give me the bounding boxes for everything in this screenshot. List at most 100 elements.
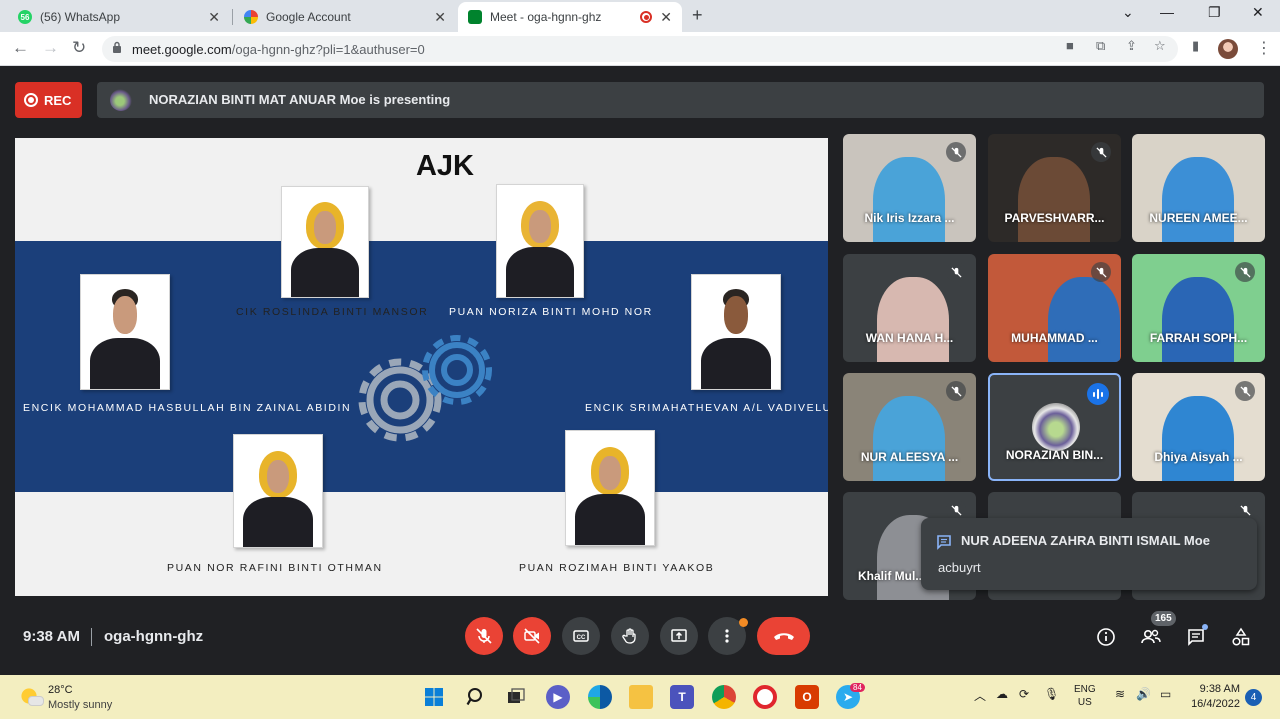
participant-name: WAN HANA H...	[865, 331, 954, 345]
meeting-details-button[interactable]	[1094, 625, 1118, 649]
mic-off-icon	[946, 262, 966, 282]
participant-tile[interactable]: WAN HANA H...	[843, 254, 976, 362]
close-icon[interactable]: ✕	[434, 9, 446, 26]
tab-whatsapp[interactable]: 56 (56) WhatsApp ✕	[8, 2, 230, 32]
participant-tile-speaking[interactable]: NORAZIAN BIN...	[988, 373, 1121, 481]
presentation-slide: AJK CIK ROSLINDA BINTI MANSOR PUAN NORIZ…	[15, 138, 828, 596]
captions-icon: CC	[573, 630, 589, 642]
tab-label: Google Account	[266, 10, 351, 24]
address-bar: ← → ↻ meet.google.com/oga-hgnn-ghz?pli=1…	[0, 32, 1280, 66]
photo-hasbullah	[80, 274, 170, 390]
tab-meet[interactable]: Meet - oga-hgnn-ghz ✕	[458, 2, 682, 32]
recording-badge[interactable]: REC	[15, 82, 82, 118]
participant-tile[interactable]: FARRAH SOPH...	[1132, 254, 1265, 362]
teams-icon[interactable]: T	[670, 685, 694, 709]
windows-start-icon[interactable]	[422, 685, 446, 709]
back-icon[interactable]: ←	[12, 38, 29, 58]
new-tab-icon[interactable]: +	[692, 5, 703, 26]
activities-button[interactable]	[1229, 625, 1253, 649]
share-icon[interactable]: ⇪	[1126, 38, 1137, 54]
weather-condition[interactable]: Mostly sunny	[48, 699, 112, 711]
close-icon[interactable]: ✕	[660, 9, 672, 26]
meet-icon	[468, 10, 482, 24]
present-button[interactable]	[660, 617, 698, 655]
chevron-up-icon[interactable]: ︿	[974, 687, 986, 704]
people-icon	[1141, 629, 1161, 644]
tab-google-account[interactable]: Google Account ✕	[234, 2, 456, 32]
photo-roslinda	[281, 186, 369, 298]
slide-title: AJK	[415, 150, 474, 182]
language-indicator[interactable]: ENG US	[1074, 683, 1096, 709]
sync-icon[interactable]: ⟳	[1019, 687, 1029, 701]
notification-dot	[739, 618, 748, 627]
system-clock[interactable]: 9:38 AM 16/4/2022	[1188, 683, 1240, 710]
whatsapp-icon: 56	[18, 10, 32, 24]
camera-toggle-button[interactable]	[513, 617, 551, 655]
speaker-icon[interactable]: 🔊	[1136, 687, 1151, 701]
opera-icon[interactable]	[753, 685, 777, 709]
task-view-icon[interactable]	[504, 685, 528, 709]
tab-search-icon[interactable]: ⌄	[1122, 4, 1134, 21]
teams-chat-icon[interactable]: ▶	[546, 685, 570, 709]
camera-off-icon	[524, 628, 540, 644]
unread-dot	[1202, 624, 1208, 630]
microphone-icon[interactable]: 🎙	[1044, 687, 1059, 701]
mic-off-icon	[1091, 142, 1111, 162]
side-panel-icon[interactable]: ▮	[1192, 38, 1199, 54]
participant-tile[interactable]: NUR ALEESYA ...	[843, 373, 976, 481]
participant-tile[interactable]: PARVESHVARR...	[988, 134, 1121, 242]
file-explorer-icon[interactable]	[629, 685, 653, 709]
office-icon[interactable]: O	[795, 685, 819, 709]
presenting-text: NORAZIAN BINTI MAT ANUAR Moe is presenti…	[149, 92, 451, 107]
temperature[interactable]: 28°C	[48, 684, 73, 696]
edge-icon[interactable]	[588, 685, 612, 709]
camera-icon[interactable]: ■	[1066, 38, 1074, 53]
search-icon[interactable]	[464, 685, 488, 709]
notification-center-badge[interactable]: 4	[1245, 689, 1262, 706]
chat-button[interactable]	[1184, 624, 1208, 649]
browser-menu-icon[interactable]: ⋮	[1256, 38, 1272, 58]
people-button[interactable]	[1139, 625, 1163, 649]
activities-icon	[1232, 627, 1250, 646]
captions-button[interactable]: CC	[562, 617, 600, 655]
photo-noriza	[496, 184, 584, 298]
mic-off-icon	[1235, 381, 1255, 401]
leave-call-button[interactable]	[757, 617, 810, 655]
minimize-icon[interactable]: —	[1160, 4, 1174, 20]
participant-tile[interactable]: Nik Iris Izzara ...	[843, 134, 976, 242]
mic-off-icon	[946, 142, 966, 162]
browser-tab-bar: 56 (56) WhatsApp ✕ Google Account ✕ Meet…	[0, 0, 1280, 32]
open-in-icon[interactable]: ⧉	[1096, 38, 1105, 54]
bookmark-star-icon[interactable]: ☆	[1154, 38, 1166, 54]
forward-icon[interactable]: →	[42, 38, 59, 58]
name-noriza: PUAN NORIZA BINTI MOHD NOR	[449, 306, 653, 318]
participant-name: NUR ALEESYA ...	[860, 450, 959, 464]
omnibox[interactable]: meet.google.com/oga-hgnn-ghz?pli=1&authu…	[102, 36, 1178, 62]
chat-notification[interactable]: NUR ADEENA ZAHRA BINTI ISMAIL Moe acbuyr…	[921, 518, 1257, 590]
profile-avatar[interactable]	[1218, 39, 1238, 59]
window-close-icon[interactable]: ✕	[1252, 4, 1264, 21]
participant-avatar	[1032, 403, 1080, 451]
wifi-icon[interactable]: ≋	[1115, 687, 1125, 701]
participant-tile[interactable]: MUHAMMAD ...	[988, 254, 1121, 362]
restore-icon[interactable]: ❐	[1208, 4, 1221, 21]
participant-name: NUREEN AMEE...	[1149, 211, 1248, 225]
participant-tile[interactable]: Dhiya Aisyah ...	[1132, 373, 1265, 481]
mic-off-icon	[1235, 500, 1255, 520]
raise-hand-button[interactable]	[611, 617, 649, 655]
battery-icon[interactable]: ▭	[1160, 687, 1171, 701]
photo-srimahathevan	[691, 274, 781, 390]
present-icon	[671, 629, 687, 642]
mic-toggle-button[interactable]	[465, 617, 503, 655]
chrome-icon[interactable]	[712, 685, 736, 709]
close-icon[interactable]: ✕	[208, 9, 220, 26]
weather-sun-icon[interactable]	[21, 687, 44, 707]
participant-tile[interactable]: NUREEN AMEE...	[1132, 134, 1265, 242]
photo-rafini	[233, 434, 323, 548]
name-roslinda: CIK ROSLINDA BINTI MANSOR	[236, 306, 429, 318]
info-icon	[1097, 628, 1115, 646]
reload-icon[interactable]: ↻	[72, 38, 86, 58]
onedrive-icon[interactable]: ☁	[996, 687, 1008, 701]
more-options-button[interactable]	[708, 617, 748, 655]
mic-off-icon	[946, 381, 966, 401]
